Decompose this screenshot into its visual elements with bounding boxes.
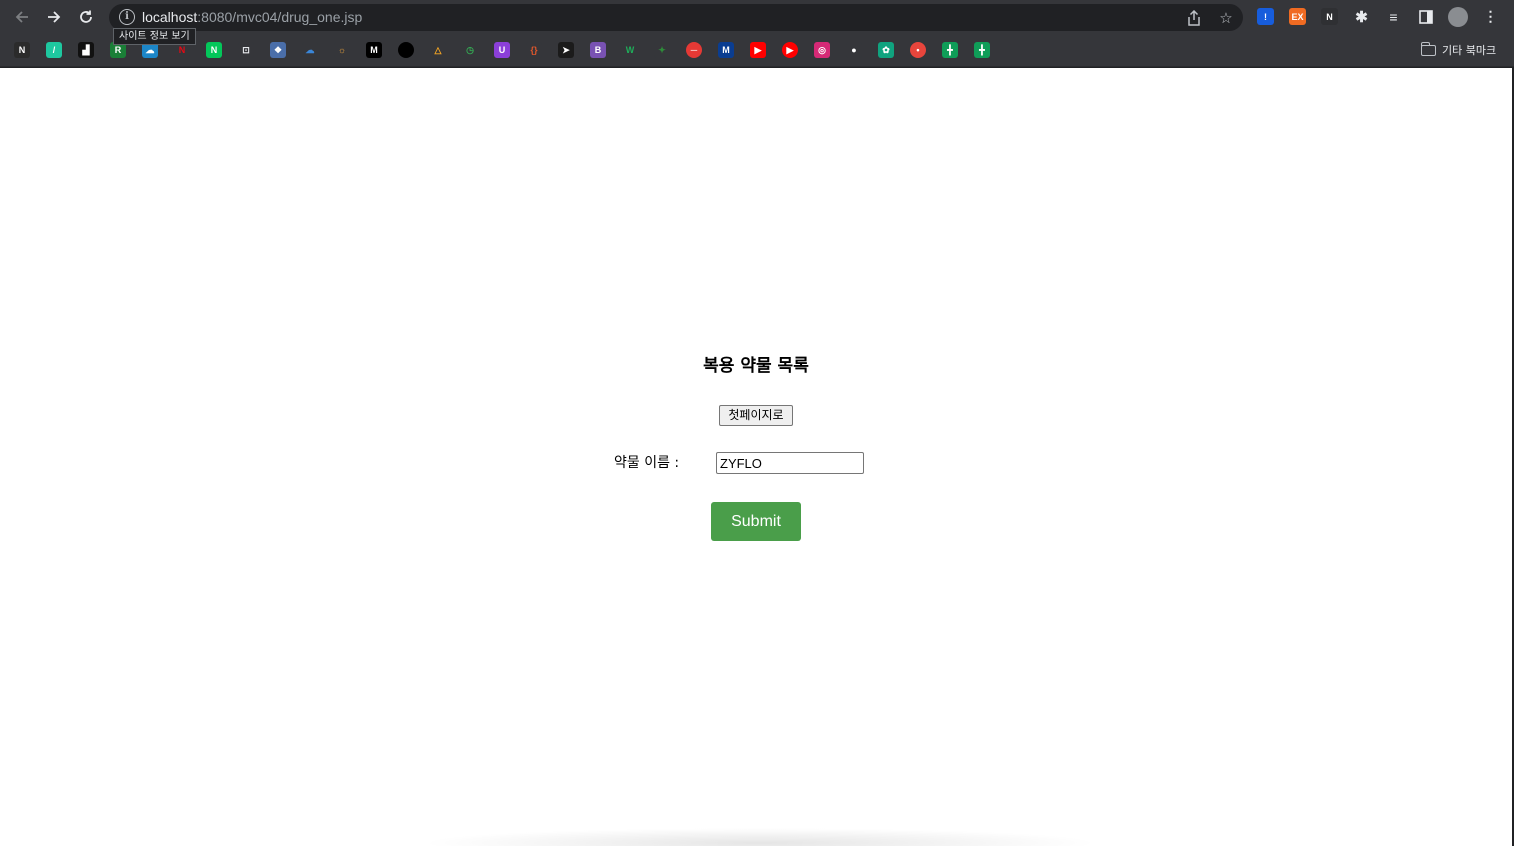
bookmarks-bar: N / ▟ R ☁ N N ⊡ ❖ ☁ ☼ M △ ◷ U{} ➤ B W ✦ ─ M ▶ ▶ ◎ ● ✿ • ╋ ╋ 기타 북마크 bbox=[0, 34, 1514, 67]
bookmark-dot-icon[interactable] bbox=[398, 42, 414, 58]
bookmark-m-blue-icon[interactable]: M bbox=[718, 42, 734, 58]
forward-arrow-icon[interactable] bbox=[42, 5, 66, 29]
bookmark-puzzle-icon[interactable]: ❖ bbox=[270, 42, 286, 58]
submit-button[interactable]: Submit bbox=[711, 502, 801, 541]
bookmark-onedrive-icon[interactable]: ☁ bbox=[302, 42, 318, 58]
bookmark-nx-icon[interactable]: N bbox=[14, 42, 30, 58]
bookmark-w-icon[interactable]: W bbox=[622, 42, 638, 58]
side-panel-icon[interactable] bbox=[1417, 8, 1434, 25]
drug-name-label: 약물 이름 : bbox=[614, 455, 680, 471]
bookmark-red-dot-icon[interactable]: • bbox=[910, 42, 926, 58]
first-page-button[interactable]: 첫페이지로 bbox=[719, 405, 793, 426]
bookmark-sheets-icon-2[interactable]: ╋ bbox=[974, 42, 990, 58]
page-title: 복용 약물 목록 bbox=[703, 356, 809, 376]
bookmark-star-icon[interactable]: ☆ bbox=[1216, 8, 1236, 28]
share-icon[interactable] bbox=[1184, 8, 1204, 28]
profile-avatar[interactable] bbox=[1448, 7, 1468, 27]
bookmark-leaf-icon[interactable]: ✦ bbox=[654, 42, 670, 58]
bookmark-triangle-icon[interactable]: △ bbox=[430, 42, 446, 58]
bookmark-red-circle-icon[interactable]: ─ bbox=[686, 42, 702, 58]
drug-name-input[interactable] bbox=[716, 452, 864, 474]
folder-icon bbox=[1420, 41, 1436, 56]
bookmark-slash-icon[interactable]: / bbox=[46, 42, 62, 58]
bookmark-bird-icon[interactable]: ➤ bbox=[558, 42, 574, 58]
address-bar[interactable]: i localhost:8080/mvc04/drug_one.jsp ☆ bbox=[109, 4, 1243, 31]
extensions-puzzle-icon[interactable]: ✱ bbox=[1353, 8, 1370, 26]
page-shadow bbox=[420, 828, 1100, 846]
bookmark-youtube-music-icon[interactable]: ▶ bbox=[782, 42, 798, 58]
site-info-tooltip: 사이트 정보 보기 bbox=[113, 28, 196, 45]
reading-list-icon[interactable]: ≡ bbox=[1385, 8, 1402, 25]
bookmark-braces-icon[interactable]: {} bbox=[526, 42, 542, 58]
other-bookmarks[interactable]: 기타 북마크 bbox=[1420, 41, 1497, 59]
bookmark-github-icon[interactable]: ● bbox=[846, 42, 862, 58]
browser-toolbar: i localhost:8080/mvc04/drug_one.jsp ☆ ! E… bbox=[0, 0, 1514, 34]
bookmark-clock-icon[interactable]: ◷ bbox=[462, 42, 478, 58]
bookmark-dark-icon[interactable]: ▟ bbox=[78, 42, 94, 58]
site-info-icon[interactable]: i bbox=[119, 9, 135, 25]
bookmark-openai-icon[interactable]: ✿ bbox=[878, 42, 894, 58]
notion-extension-icon[interactable]: N bbox=[1321, 8, 1338, 25]
url-host: localhost bbox=[142, 9, 198, 25]
ex-extension-icon[interactable]: EX bbox=[1289, 8, 1306, 25]
menu-kebab-icon[interactable]: ⋮ bbox=[1482, 8, 1499, 25]
bookmark-naver-icon[interactable]: N bbox=[206, 42, 222, 58]
page-content: 복용 약물 목록 첫페이지로 약물 이름 : Submit bbox=[0, 68, 1512, 846]
bookmark-square-icon[interactable]: ⊡ bbox=[238, 42, 254, 58]
reload-icon[interactable] bbox=[74, 5, 98, 29]
bookmark-instagram-icon[interactable]: ◎ bbox=[814, 42, 830, 58]
bookmark-medium-icon[interactable]: M bbox=[366, 42, 382, 58]
bookmark-purple-icon[interactable]: U bbox=[494, 42, 510, 58]
other-bookmarks-label: 기타 북마크 bbox=[1442, 44, 1497, 57]
bookmark-youtube-icon[interactable]: ▶ bbox=[750, 42, 766, 58]
bookmark-bootstrap-icon[interactable]: B bbox=[590, 42, 606, 58]
bookmark-sun-icon[interactable]: ☼ bbox=[334, 42, 350, 58]
bitwarden-extension-icon[interactable]: ! bbox=[1257, 8, 1274, 25]
back-arrow-icon[interactable] bbox=[10, 5, 34, 29]
url-path: :8080/mvc04/drug_one.jsp bbox=[197, 9, 363, 25]
url-text[interactable]: localhost:8080/mvc04/drug_one.jsp bbox=[142, 9, 362, 25]
bookmark-sheets-icon-1[interactable]: ╋ bbox=[942, 42, 958, 58]
